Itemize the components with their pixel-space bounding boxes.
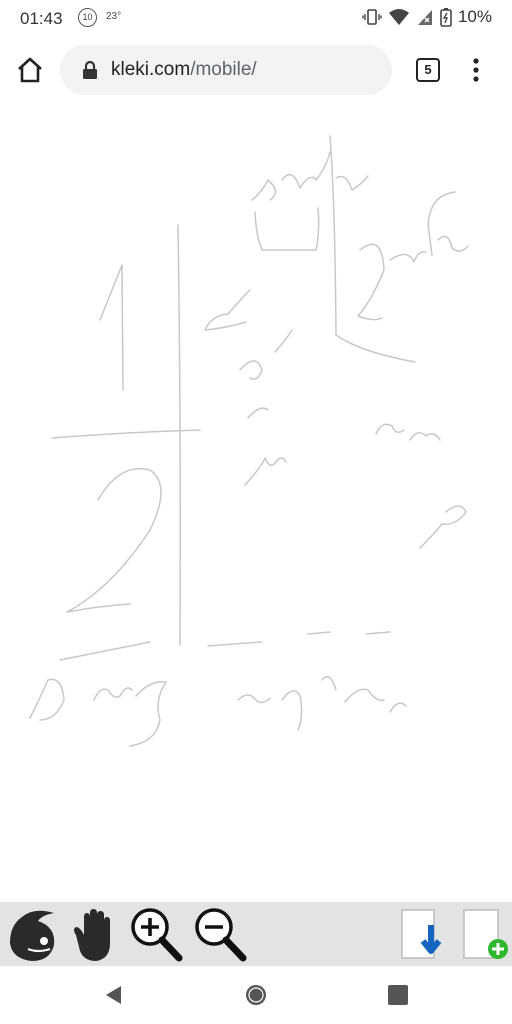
app-logo-button[interactable]	[4, 905, 62, 963]
home-button[interactable]	[14, 55, 46, 85]
brush-logo-icon	[10, 910, 55, 961]
overflow-menu-icon	[473, 58, 479, 82]
sketch-strokes	[29, 135, 469, 747]
download-icon	[401, 909, 442, 959]
home-icon	[18, 57, 42, 83]
wifi-icon	[388, 9, 409, 25]
zoom-in-button[interactable]	[126, 905, 184, 963]
recents-button[interactable]	[386, 983, 410, 1007]
signal-icon	[417, 10, 432, 25]
new-page-icon	[463, 909, 508, 959]
temperature-indicator: 23°	[106, 11, 122, 22]
drawing-canvas[interactable]	[0, 104, 512, 902]
address-bar[interactable]: kleki.com/mobile/	[60, 45, 392, 95]
url-path: /mobile/	[190, 59, 257, 80]
home-nav-button[interactable]	[244, 983, 268, 1007]
save-download-button[interactable]	[394, 905, 452, 963]
url-domain: kleki.com	[111, 59, 191, 80]
lock-icon	[83, 60, 97, 79]
app-toolbar	[0, 902, 512, 966]
tab-switcher-button[interactable]: 5	[416, 58, 440, 82]
status-time: 01:43	[20, 9, 63, 28]
hand-tool-button[interactable]	[64, 905, 122, 963]
back-button[interactable]	[102, 983, 126, 1007]
battery-percent: 10%	[457, 7, 492, 26]
zoom-in-icon	[131, 908, 183, 962]
home-circle-icon	[246, 985, 266, 1005]
back-icon	[106, 986, 121, 1004]
status-bar: 01:43 10 23° 10%	[0, 0, 512, 36]
battery-icon	[440, 8, 452, 27]
new-image-button[interactable]	[456, 905, 512, 963]
hand-pan-icon	[74, 909, 110, 961]
system-nav-bar	[0, 966, 512, 1024]
status-icons: 10%	[362, 7, 492, 27]
notification-count-badge: 10	[78, 8, 97, 27]
vibrate-icon	[362, 9, 382, 25]
recents-icon	[388, 985, 408, 1005]
overflow-menu-button[interactable]	[466, 56, 486, 84]
zoom-out-icon	[195, 908, 247, 962]
zoom-out-button[interactable]	[190, 905, 248, 963]
url-text: kleki.com/mobile/	[111, 59, 257, 81]
browser-toolbar: kleki.com/mobile/ 5	[0, 36, 512, 104]
